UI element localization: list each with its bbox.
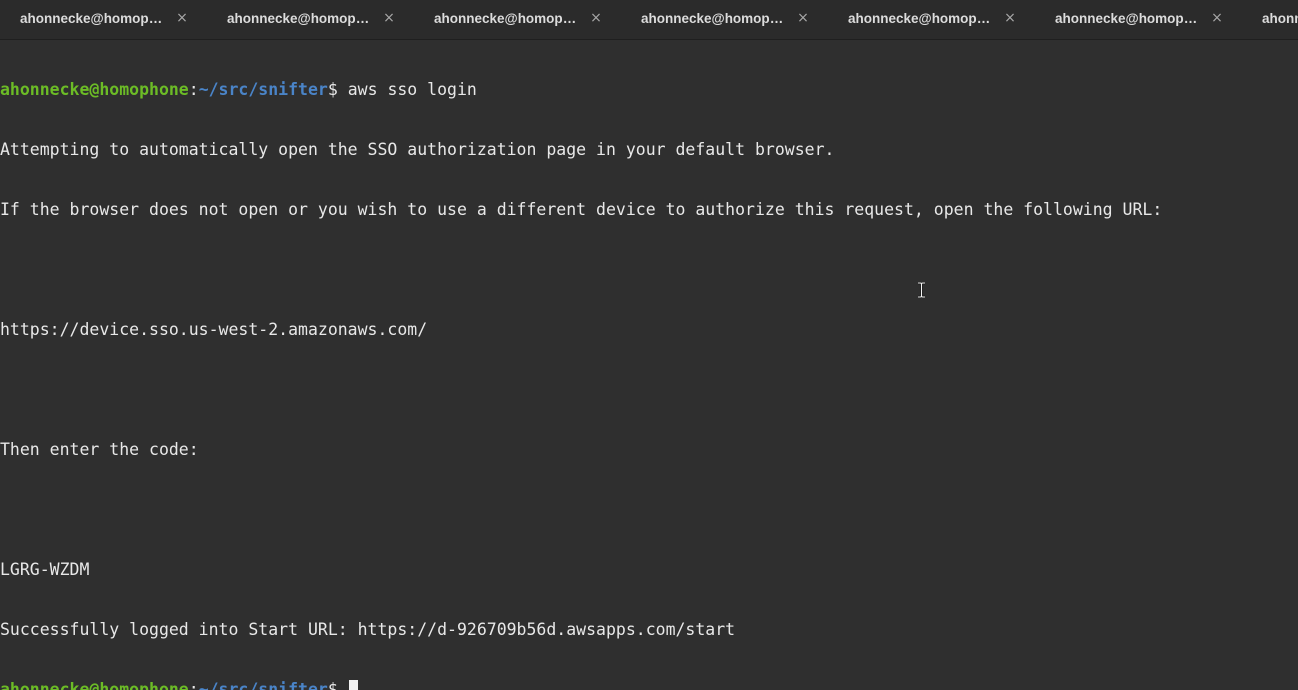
tab[interactable]: ahonnecke@homoph... ×	[0, 0, 207, 38]
tab[interactable]: ahonnecke@homoph... ×	[207, 0, 414, 38]
tab[interactable]: ahonnecke@homoph... ×	[414, 0, 621, 38]
prompt-path: ~/src/snifter	[198, 680, 328, 690]
prompt-dollar: $	[327, 80, 348, 99]
close-icon[interactable]: ×	[174, 9, 190, 27]
close-icon[interactable]: ×	[1209, 9, 1225, 27]
output-line: Successfully logged into Start URL: http…	[0, 620, 736, 639]
tab-label: ahonnecke@homoph...	[641, 11, 789, 26]
close-icon[interactable]: ×	[1002, 9, 1018, 27]
tab[interactable]: ahonnecke@homoph... ×	[1035, 0, 1242, 38]
prompt-line: ahonnecke@homophone:~/src/snifter$	[0, 680, 1298, 690]
output-line: Then enter the code:	[0, 440, 199, 459]
prompt-user-host: ahonnecke@homophone	[0, 80, 189, 99]
device-code: LGRG-WZDM	[0, 560, 90, 579]
prompt-colon: :	[188, 80, 199, 99]
tab-label: ahonnecke@homoph...	[1055, 11, 1203, 26]
tab-label: ahonne	[1262, 11, 1298, 26]
tab-label: ahonnecke@homoph...	[434, 11, 582, 26]
close-icon[interactable]: ×	[381, 9, 397, 27]
close-icon[interactable]: ×	[588, 9, 604, 27]
tab-label: ahonnecke@homoph...	[848, 11, 996, 26]
prompt-dollar: $	[327, 680, 348, 690]
output-url: https://device.sso.us-west-2.amazonaws.c…	[0, 320, 428, 339]
command-text: aws sso login	[347, 80, 477, 99]
tab[interactable]: ahonne	[1242, 0, 1298, 38]
tab[interactable]: ahonnecke@homoph... ×	[828, 0, 1035, 38]
prompt-colon: :	[188, 680, 199, 690]
tab-bar: ahonnecke@homoph... × ahonnecke@homoph..…	[0, 0, 1298, 40]
prompt-path: ~/src/snifter	[198, 80, 328, 99]
close-icon[interactable]: ×	[795, 9, 811, 27]
terminal-window: ahonnecke@homoph... × ahonnecke@homoph..…	[0, 0, 1298, 690]
tab-label: ahonnecke@homoph...	[20, 11, 168, 26]
terminal-output[interactable]: ahonnecke@homophone:~/src/snifter$ aws s…	[0, 40, 1298, 690]
tab[interactable]: ahonnecke@homoph... ×	[621, 0, 828, 38]
ibeam-cursor-icon	[918, 282, 925, 298]
prompt-line: ahonnecke@homophone:~/src/snifter$ aws s…	[0, 80, 1298, 100]
text-cursor	[348, 680, 358, 690]
output-line: Attempting to automatically open the SSO…	[0, 140, 835, 159]
output-line: If the browser does not open or you wish…	[0, 200, 1163, 219]
tab-label: ahonnecke@homoph...	[227, 11, 375, 26]
prompt-user-host: ahonnecke@homophone	[0, 680, 189, 690]
